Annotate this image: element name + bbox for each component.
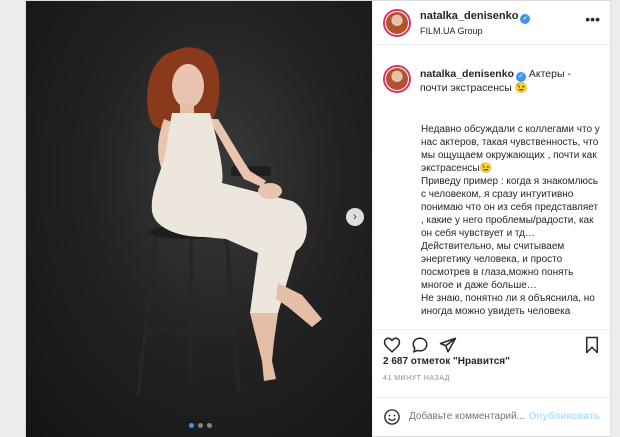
emoji-icon[interactable] [383, 408, 401, 426]
verified-badge-icon: ✓ [515, 72, 526, 82]
post-photo[interactable]: › [26, 1, 372, 437]
likes-count[interactable]: 2 687 отметок "Нравится" [383, 356, 510, 367]
post-header: natalka_denisenko ✓ FILM.UA Group ••• [373, 1, 610, 45]
next-photo-button[interactable]: › [346, 208, 364, 226]
caption-title-line: natalka_denisenko ✓ Актеры - почти экстра… [420, 68, 600, 95]
comment-icon[interactable] [411, 336, 429, 354]
account-info: natalka_denisenko ✓ FILM.UA Group [420, 8, 531, 38]
avatar[interactable] [383, 8, 411, 37]
post-timestamp[interactable]: 41 МИНУТ НАЗАД [383, 375, 450, 382]
caption-username-link[interactable]: natalka_denisenko [420, 68, 514, 80]
account-subtitle[interactable]: FILM.UA Group [420, 24, 530, 38]
carousel-dot [198, 423, 203, 428]
bookmark-icon[interactable] [584, 336, 600, 354]
comment-input[interactable] [409, 411, 529, 422]
verified-badge-icon: ✓ [520, 13, 531, 24]
more-options-icon[interactable]: ••• [585, 11, 600, 27]
instagram-post: › natalka_denisenko ✓ FILM.UA Group ••• n [25, 0, 611, 437]
caption-text: Недавно обсуждали с коллегами что у нас … [421, 124, 600, 317]
photo-image [136, 47, 322, 397]
comments-area[interactable]: natalka_denisenko ✓ Актеры - почти экстра… [383, 53, 600, 321]
heart-icon[interactable] [383, 336, 401, 354]
post-side-panel: natalka_denisenko ✓ FILM.UA Group ••• nat… [372, 1, 610, 436]
carousel-dot [207, 423, 212, 428]
carousel-dot [189, 423, 194, 428]
avatar[interactable] [383, 65, 411, 93]
carousel-indicator [189, 423, 212, 428]
share-icon[interactable] [439, 336, 457, 354]
publish-button[interactable]: Опубликовать [529, 411, 600, 422]
chevron-right-icon: › [353, 211, 357, 223]
add-comment-bar: Опубликовать [373, 397, 610, 435]
caption-header: natalka_denisenko ✓ Актеры - почти экстра… [383, 53, 600, 95]
action-bar [373, 329, 610, 359]
username-link[interactable]: natalka_denisenko [420, 10, 518, 22]
